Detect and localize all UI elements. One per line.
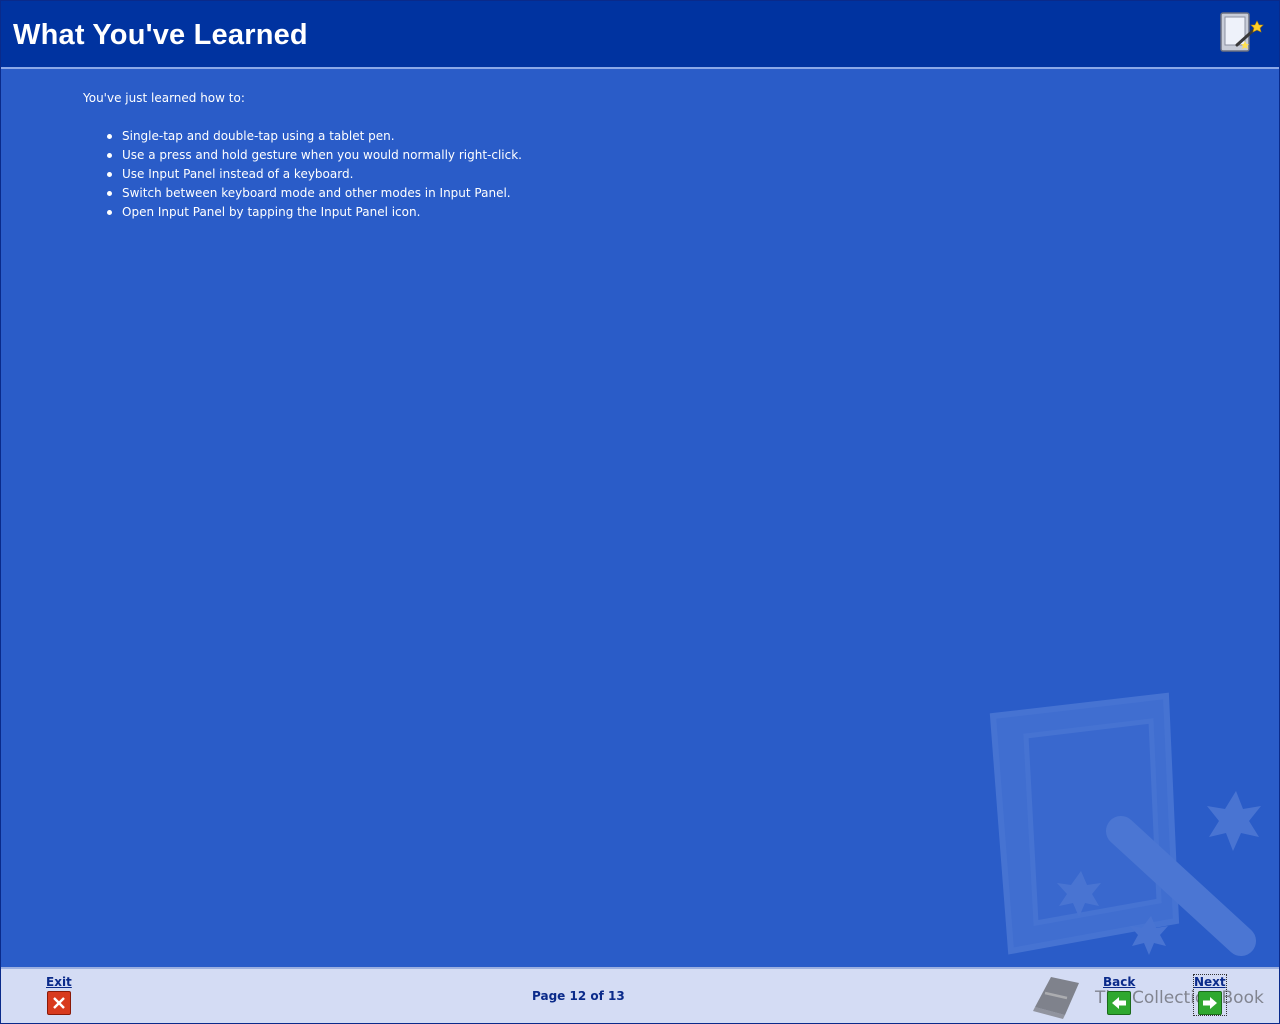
tutorial-window: What You've Learned You've just learned … (0, 0, 1280, 1024)
intro-text: You've just learned how to: (83, 91, 245, 105)
next-button[interactable]: Next (1193, 974, 1227, 1016)
tablet-watermark-icon (981, 691, 1271, 971)
exit-label: Exit (46, 975, 72, 989)
page-indicator: Page 12 of 13 (532, 989, 625, 1003)
back-button[interactable]: Back (1103, 975, 1135, 1015)
page-title: What You've Learned (13, 19, 308, 51)
close-icon (46, 991, 71, 1015)
list-item: Switch between keyboard mode and other m… (107, 184, 522, 203)
list-item: Use a press and hold gesture when you wo… (107, 146, 522, 165)
list-item: Open Input Panel by tapping the Input Pa… (107, 203, 522, 222)
arrow-left-icon (1107, 991, 1132, 1015)
list-item: Use Input Panel instead of a keyboard. (107, 165, 522, 184)
back-label: Back (1103, 975, 1136, 989)
footer-bar: Exit Page 12 of 13 The Collection Book B… (1, 967, 1279, 1023)
arrow-right-icon (1197, 991, 1222, 1015)
next-label: Next (1194, 975, 1226, 989)
exit-button[interactable]: Exit (46, 975, 72, 1015)
learned-list: Single-tap and double-tap using a tablet… (83, 127, 522, 222)
brand-watermark: The Collection Book (1029, 973, 1269, 1021)
header-bar: What You've Learned (1, 1, 1279, 69)
content-area: You've just learned how to: Single-tap a… (83, 89, 522, 222)
tablet-pen-icon (1217, 11, 1265, 57)
book-icon (1033, 977, 1079, 1019)
list-item: Single-tap and double-tap using a tablet… (107, 127, 522, 146)
